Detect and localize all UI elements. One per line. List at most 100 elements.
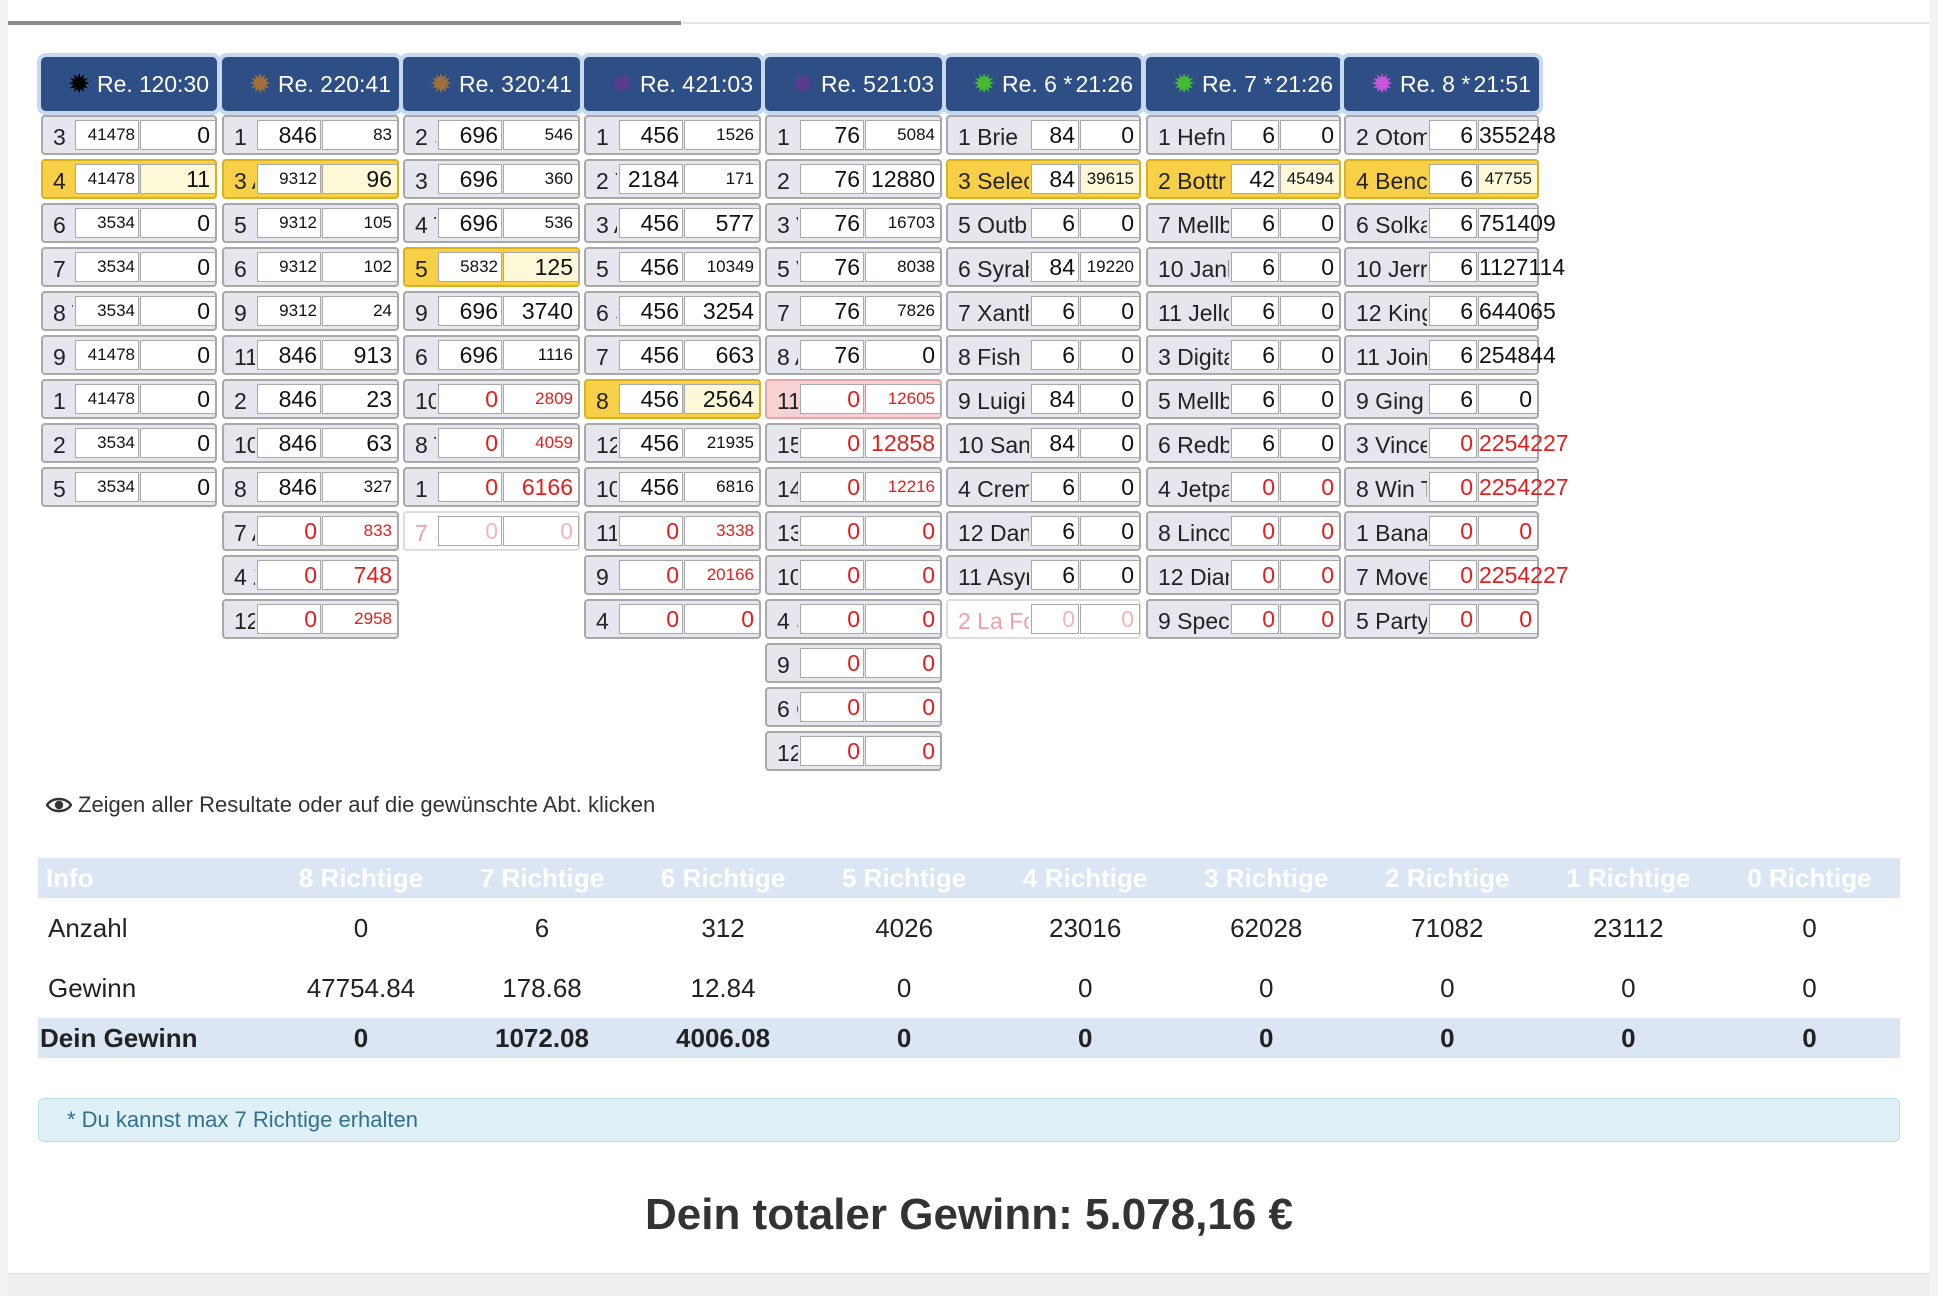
race-header-4[interactable]: ✹ Re. 4 21:03 (584, 57, 761, 111)
horse-row[interactable]: 9 Ru931224 (222, 291, 399, 331)
horse-row[interactable]: 5 Vic768038 (765, 247, 942, 287)
horse-row[interactable]: 4 Crem 6 0 (946, 467, 1141, 507)
horse-row[interactable]: 7 Sta00 (403, 511, 580, 551)
horse-row[interactable]: 3 Fel414780 (41, 115, 217, 155)
horse-row[interactable]: 7 Exp767826 (765, 291, 942, 331)
horse-row[interactable]: 8 The04059 (403, 423, 580, 463)
race-header-1[interactable]: ✹ Re. 1 20:30 (41, 57, 217, 111)
horse-row[interactable]: 11 Tup012605 (765, 379, 942, 419)
horse-row[interactable]: 5 Outb 6 0 (946, 203, 1141, 243)
horse-row[interactable]: 9 Lis00 (765, 643, 942, 683)
horse-row[interactable]: 8 Linco 0 0 (1146, 511, 1341, 551)
horse-row[interactable]: 9 Ging 6 0 (1344, 379, 1539, 419)
horse-row[interactable]: 11 Jello 6 0 (1146, 291, 1341, 331)
horse-row[interactable]: 14 Izo012216 (765, 467, 942, 507)
horse-row[interactable]: 12 King 6 644065 (1344, 291, 1556, 331)
horse-row[interactable]: 3 An931296 (222, 159, 399, 199)
horse-row[interactable]: 2 La Fo 0 0 (946, 599, 1141, 639)
horse-row[interactable]: 12 Danc60 (946, 511, 1141, 551)
horse-row[interactable]: 2 Yo2184171 (584, 159, 761, 199)
race-header-5[interactable]: ✹ Re. 5 21:03 (765, 57, 942, 111)
horse-row[interactable]: 6 Ma6961116 (403, 335, 580, 375)
horse-row[interactable]: 2 Sp696546 (403, 115, 580, 155)
horse-row[interactable]: 11 Ga846913 (222, 335, 399, 375)
horse-row[interactable]: 4 Eve00 (584, 599, 761, 639)
horse-row[interactable]: 1 Bra765084 (765, 115, 942, 155)
horse-row[interactable]: 3 Digita 6 0 (1146, 335, 1341, 375)
horse-row[interactable]: 10 Far02809 (403, 379, 580, 419)
horse-row[interactable]: 9 Luigi 84 0 (946, 379, 1141, 419)
horse-row[interactable]: 4 Tak696536 (403, 203, 580, 243)
horse-row[interactable]: 11 Asym60 (946, 555, 1141, 595)
race-header-6[interactable]: ✹ Re. 6 * 21:26 (946, 57, 1141, 111)
horse-row[interactable]: 9 No020166 (584, 555, 761, 595)
horse-row[interactable]: 6 De9312102 (222, 247, 399, 287)
horse-row[interactable]: 5 Mr5832125 (403, 247, 580, 287)
horse-row[interactable]: 2 He84623 (222, 379, 399, 419)
horse-row[interactable]: 10 Jerry61127114 (1344, 247, 1565, 287)
horse-row[interactable]: 3 An456577 (584, 203, 761, 243)
horse-row[interactable]: 10 Jank60 (1146, 247, 1341, 287)
race-header-3[interactable]: ✹ Re. 3 20:41 (403, 57, 580, 111)
horse-row[interactable]: 4 Jetpa 0 0 (1146, 467, 1341, 507)
horse-row[interactable]: 15 De012858 (765, 423, 942, 463)
horse-row[interactable]: 3 Selec 84 39615 (946, 159, 1141, 199)
horse-row[interactable]: 7 Arr0833 (222, 511, 399, 551)
horse-row[interactable]: 6 Sol4563254 (584, 291, 761, 331)
horse-row[interactable]: 8 Tid35340 (41, 291, 217, 331)
horse-row[interactable]: 2 Fal7612880 (765, 159, 942, 199)
show-all-results-link[interactable]: Zeigen aller Resultate oder auf die gewü… (46, 792, 655, 818)
horse-row[interactable]: 4 Zin0748 (222, 555, 399, 595)
horse-row[interactable]: 4 Spi00 (765, 599, 942, 639)
horse-row[interactable]: 9 De414780 (41, 335, 217, 375)
horse-row[interactable]: 6 Glc35340 (41, 203, 217, 243)
race-header-2[interactable]: ✹ Re. 2 20:41 (222, 57, 399, 111)
horse-row[interactable]: 3 Vince 0 2254227 (1344, 423, 1569, 463)
horse-row[interactable]: 5 I.B.45610349 (584, 247, 761, 287)
horse-row[interactable]: 9 Kin6963740 (403, 291, 580, 331)
horse-row[interactable]: 1 Hefn 6 0 (1146, 115, 1341, 155)
horse-row[interactable]: 1 De06166 (403, 467, 580, 507)
horse-row[interactable]: 9 Spec 0 0 (1146, 599, 1341, 639)
horse-row[interactable]: 7 Xanth60 (946, 291, 1141, 331)
horse-row[interactable]: 12 Jol45621935 (584, 423, 761, 463)
horse-row[interactable]: 8 Fut846327 (222, 467, 399, 507)
horse-row[interactable]: 7 Move 0 2254227 (1344, 555, 1569, 595)
horse-row[interactable]: 8 Fish 6 0 (946, 335, 1141, 375)
horse-row[interactable]: 2 Liz35340 (41, 423, 217, 463)
horse-row[interactable]: 5 Me9312105 (222, 203, 399, 243)
horse-row[interactable]: 8 Am760 (765, 335, 942, 375)
horse-row[interactable]: 3 Väs7616703 (765, 203, 942, 243)
horse-row[interactable]: 11 Jul03338 (584, 511, 761, 551)
horse-row[interactable]: 10 Sand840 (946, 423, 1141, 463)
horse-row[interactable]: 6 Syrah8419220 (946, 247, 1141, 287)
horse-row[interactable]: 5 Ca35340 (41, 467, 217, 507)
horse-row[interactable]: 1 Bana 0 0 (1344, 511, 1539, 551)
horse-row[interactable]: 10 Mi84663 (222, 423, 399, 463)
horse-row[interactable]: 3 Illu696360 (403, 159, 580, 199)
horse-row[interactable]: 5 Party 0 0 (1344, 599, 1539, 639)
horse-row[interactable]: 11 Joint 6 254844 (1344, 335, 1556, 375)
horse-row[interactable]: 6 Ou00 (765, 687, 942, 727)
horse-row[interactable]: 4 Un4147811 (41, 159, 217, 199)
horse-row[interactable]: 12 Diam00 (1146, 555, 1341, 595)
horse-row[interactable]: 2 Otom 6 355248 (1344, 115, 1556, 155)
horse-row[interactable]: 7 Sp35340 (41, 247, 217, 287)
horse-row[interactable]: 1 Brie 84 0 (946, 115, 1141, 155)
horse-row[interactable]: 10 N.Y4566816 (584, 467, 761, 507)
horse-row[interactable]: 4 Benc 6 47755 (1344, 159, 1539, 199)
horse-row[interactable]: 10 Dal00 (765, 555, 942, 595)
horse-row[interactable]: 6 Redb 6 0 (1146, 423, 1341, 463)
horse-row[interactable]: 5 Mellb 6 0 (1146, 379, 1341, 419)
horse-row[interactable]: 7 Mellb 6 0 (1146, 203, 1341, 243)
horse-row[interactable]: 8 Win T 0 2254227 (1344, 467, 1569, 507)
horse-row[interactable]: 6 Solka 6 751409 (1344, 203, 1556, 243)
horse-row[interactable]: 1 Pa84683 (222, 115, 399, 155)
horse-row[interactable]: 1 No4561526 (584, 115, 761, 155)
horse-row[interactable]: 13 Fig00 (765, 511, 942, 551)
race-header-8[interactable]: ✹ Re. 8 * 21:51 (1344, 57, 1539, 111)
horse-row[interactable]: 12 Am02958 (222, 599, 399, 639)
horse-row[interactable]: 8 Litt4562564 (584, 379, 761, 419)
horse-row[interactable]: 7 Eb456663 (584, 335, 761, 375)
horse-row[interactable]: 2 Bottr 42 45494 (1146, 159, 1341, 199)
